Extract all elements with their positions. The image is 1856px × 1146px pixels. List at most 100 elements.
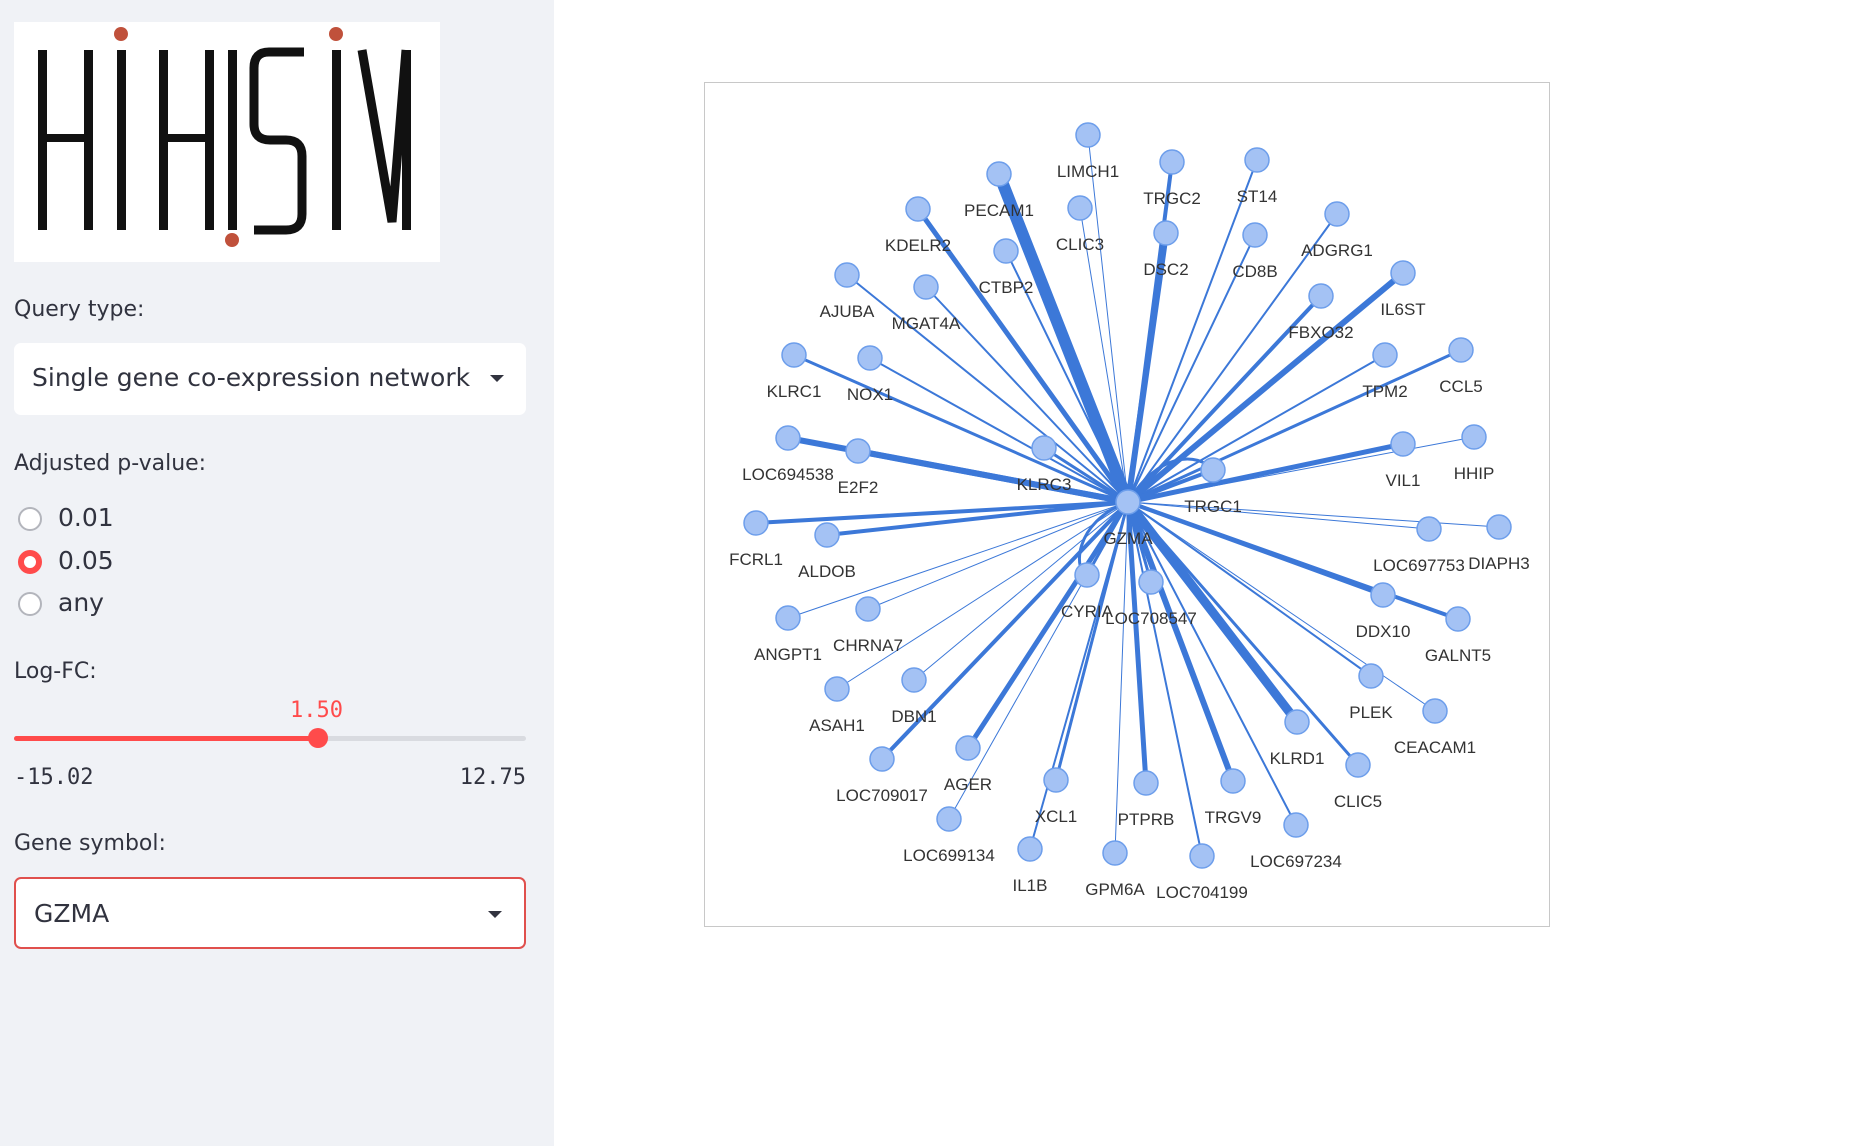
node-ceacam1[interactable] bbox=[1422, 698, 1448, 724]
node-clic3[interactable] bbox=[1067, 195, 1093, 221]
slider-thumb[interactable] bbox=[308, 728, 328, 748]
slider-fill bbox=[14, 736, 318, 741]
node-label-trgv9: TRGV9 bbox=[1205, 808, 1262, 827]
node-gzma[interactable] bbox=[1115, 489, 1141, 515]
node-label-limch1: LIMCH1 bbox=[1057, 162, 1119, 181]
node-dbn1[interactable] bbox=[901, 667, 927, 693]
node-clic5[interactable] bbox=[1345, 752, 1371, 778]
query-type-select[interactable]: Single gene co-expression network bbox=[14, 343, 526, 415]
node-vil1[interactable] bbox=[1390, 431, 1416, 457]
edge-tpm2 bbox=[1127, 354, 1386, 503]
node-adgrg1[interactable] bbox=[1324, 201, 1350, 227]
node-trgc2[interactable] bbox=[1159, 149, 1185, 175]
node-nox1[interactable] bbox=[857, 345, 883, 371]
node-asah1[interactable] bbox=[824, 676, 850, 702]
node-cd8b[interactable] bbox=[1242, 222, 1268, 248]
node-fcrl1[interactable] bbox=[743, 510, 769, 536]
gene-symbol-label: Gene symbol: bbox=[14, 831, 166, 856]
node-label-tpm2: TPM2 bbox=[1362, 382, 1407, 401]
radio-button-selected[interactable] bbox=[18, 550, 42, 574]
node-fbxo32[interactable] bbox=[1308, 283, 1334, 309]
node-label-diaph3: DIAPH3 bbox=[1468, 554, 1529, 573]
node-klrc1[interactable] bbox=[781, 342, 807, 368]
node-tpm2[interactable] bbox=[1372, 342, 1398, 368]
node-trgv9[interactable] bbox=[1220, 768, 1246, 794]
node-trgc1[interactable] bbox=[1200, 457, 1226, 483]
node-ctbp2[interactable] bbox=[993, 238, 1019, 264]
node-label-pecam1: PECAM1 bbox=[964, 201, 1034, 220]
node-pecam1[interactable] bbox=[986, 161, 1012, 187]
node-klrc3[interactable] bbox=[1031, 435, 1057, 461]
node-gpm6a[interactable] bbox=[1102, 840, 1128, 866]
node-ager[interactable] bbox=[955, 735, 981, 761]
node-diaph3[interactable] bbox=[1486, 514, 1512, 540]
gene-symbol-select[interactable]: GZMA bbox=[14, 877, 526, 949]
node-loc699134[interactable] bbox=[936, 806, 962, 832]
node-e2f2[interactable] bbox=[845, 438, 871, 464]
edge-vil1 bbox=[1125, 441, 1406, 505]
network-graph-panel[interactable]: LIMCH1 TRGC2 ST14 PECAM1 KDELR2 CLIC3 DSC2 CD8B… bbox=[704, 82, 1550, 927]
node-chrna7[interactable] bbox=[855, 596, 881, 622]
node-label-klrc3: KLRC3 bbox=[1017, 475, 1072, 494]
node-ccl5[interactable] bbox=[1448, 337, 1474, 363]
node-label-st14: ST14 bbox=[1237, 187, 1278, 206]
node-hhip[interactable] bbox=[1461, 424, 1487, 450]
radio-label: any bbox=[58, 588, 104, 617]
slider-max-value: 12.75 bbox=[459, 765, 526, 790]
node-label-klrc1: KLRC1 bbox=[767, 382, 822, 401]
radio-button[interactable] bbox=[18, 507, 42, 531]
edge-plek bbox=[1127, 501, 1372, 677]
node-label-loc697234: LOC697234 bbox=[1250, 852, 1342, 871]
node-aldob[interactable] bbox=[814, 522, 840, 548]
node-label-hhip: HHIP bbox=[1454, 464, 1495, 483]
pvalue-label: Adjusted p-value: bbox=[14, 451, 207, 476]
node-cyria[interactable] bbox=[1074, 562, 1100, 588]
node-plek[interactable] bbox=[1358, 663, 1384, 689]
node-angpt1[interactable] bbox=[775, 605, 801, 631]
node-label-e2f2: E2F2 bbox=[838, 478, 879, 497]
node-klrd1[interactable] bbox=[1284, 709, 1310, 735]
edge-aldob bbox=[825, 500, 1130, 537]
node-il6st[interactable] bbox=[1390, 260, 1416, 286]
node-loc697753[interactable] bbox=[1416, 516, 1442, 542]
node-label-klrd1: KLRD1 bbox=[1270, 749, 1325, 768]
node-loc708547[interactable] bbox=[1138, 569, 1164, 595]
node-xcl1[interactable] bbox=[1043, 767, 1069, 793]
query-type-label: Query type: bbox=[14, 297, 145, 322]
node-label-xcl1: XCL1 bbox=[1035, 807, 1078, 826]
node-label-ccl5: CCL5 bbox=[1439, 377, 1482, 396]
node-label-il1b: IL1B bbox=[1013, 876, 1048, 895]
radio-label: 0.01 bbox=[58, 503, 114, 532]
node-label-ddx10: DDX10 bbox=[1356, 622, 1411, 641]
node-label-galnt5: GALNT5 bbox=[1425, 646, 1491, 665]
node-label-cd8b: CD8B bbox=[1232, 262, 1277, 281]
node-ptprb[interactable] bbox=[1133, 770, 1159, 796]
node-label-ctbp2: CTBP2 bbox=[979, 278, 1034, 297]
node-loc709017[interactable] bbox=[869, 746, 895, 772]
node-label-loc699134: LOC699134 bbox=[903, 846, 995, 865]
node-il1b[interactable] bbox=[1017, 836, 1043, 862]
logfc-slider[interactable] bbox=[14, 728, 526, 748]
node-label-trgc1: TRGC1 bbox=[1184, 497, 1242, 516]
radio-button[interactable] bbox=[18, 592, 42, 616]
network-graph[interactable]: LIMCH1 TRGC2 ST14 PECAM1 KDELR2 CLIC3 DSC2 CD8B… bbox=[705, 83, 1551, 928]
node-st14[interactable] bbox=[1244, 147, 1270, 173]
sidebar: Query type: Single gene co-expression ne… bbox=[0, 0, 554, 1146]
node-mgat4a[interactable] bbox=[913, 274, 939, 300]
node-ddx10[interactable] bbox=[1370, 582, 1396, 608]
node-label-loc697753: LOC697753 bbox=[1373, 556, 1465, 575]
node-limch1[interactable] bbox=[1075, 122, 1101, 148]
edge-fcrl1 bbox=[754, 500, 1130, 525]
node-label-ptprb: PTPRB bbox=[1118, 810, 1175, 829]
node-ajuba[interactable] bbox=[834, 262, 860, 288]
node-label-loc704199: LOC704199 bbox=[1156, 883, 1248, 902]
node-dsc2[interactable] bbox=[1153, 220, 1179, 246]
node-kdelr2[interactable] bbox=[905, 196, 931, 222]
node-loc697234[interactable] bbox=[1283, 812, 1309, 838]
slider-current-value: 1.50 bbox=[290, 698, 343, 723]
node-label-clic3: CLIC3 bbox=[1056, 235, 1104, 254]
node-galnt5[interactable] bbox=[1445, 606, 1471, 632]
node-loc704199[interactable] bbox=[1189, 843, 1215, 869]
node-label-mgat4a: MGAT4A bbox=[892, 314, 961, 333]
node-loc694538[interactable] bbox=[775, 425, 801, 451]
